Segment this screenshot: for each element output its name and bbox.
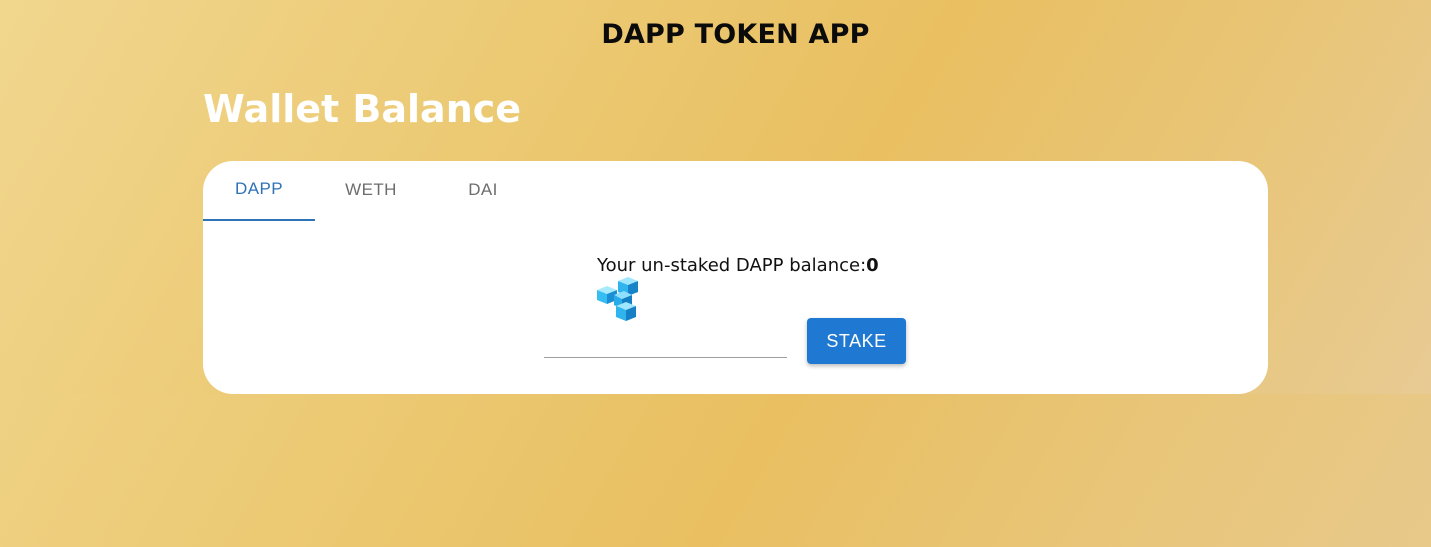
tab-dapp[interactable]: DAPP bbox=[203, 161, 315, 221]
tab-dai[interactable]: DAI bbox=[427, 161, 539, 221]
token-tabs: DAPP WETH DAI bbox=[203, 161, 539, 221]
page-heading: Wallet Balance bbox=[203, 87, 522, 131]
wallet-card: DAPP WETH DAI Your un-staked DAPP balanc… bbox=[203, 161, 1268, 394]
app-title: DAPP TOKEN APP bbox=[601, 19, 870, 50]
stake-amount-input[interactable] bbox=[544, 325, 787, 358]
balance-value: 0 bbox=[866, 255, 879, 276]
stake-button[interactable]: STAKE bbox=[807, 318, 906, 364]
balance-text: Your un-staked DAPP balance:0 bbox=[597, 255, 879, 276]
dapp-token-icon bbox=[597, 277, 638, 321]
tab-weth[interactable]: WETH bbox=[315, 161, 427, 221]
balance-label: Your un-staked DAPP balance: bbox=[597, 255, 867, 276]
